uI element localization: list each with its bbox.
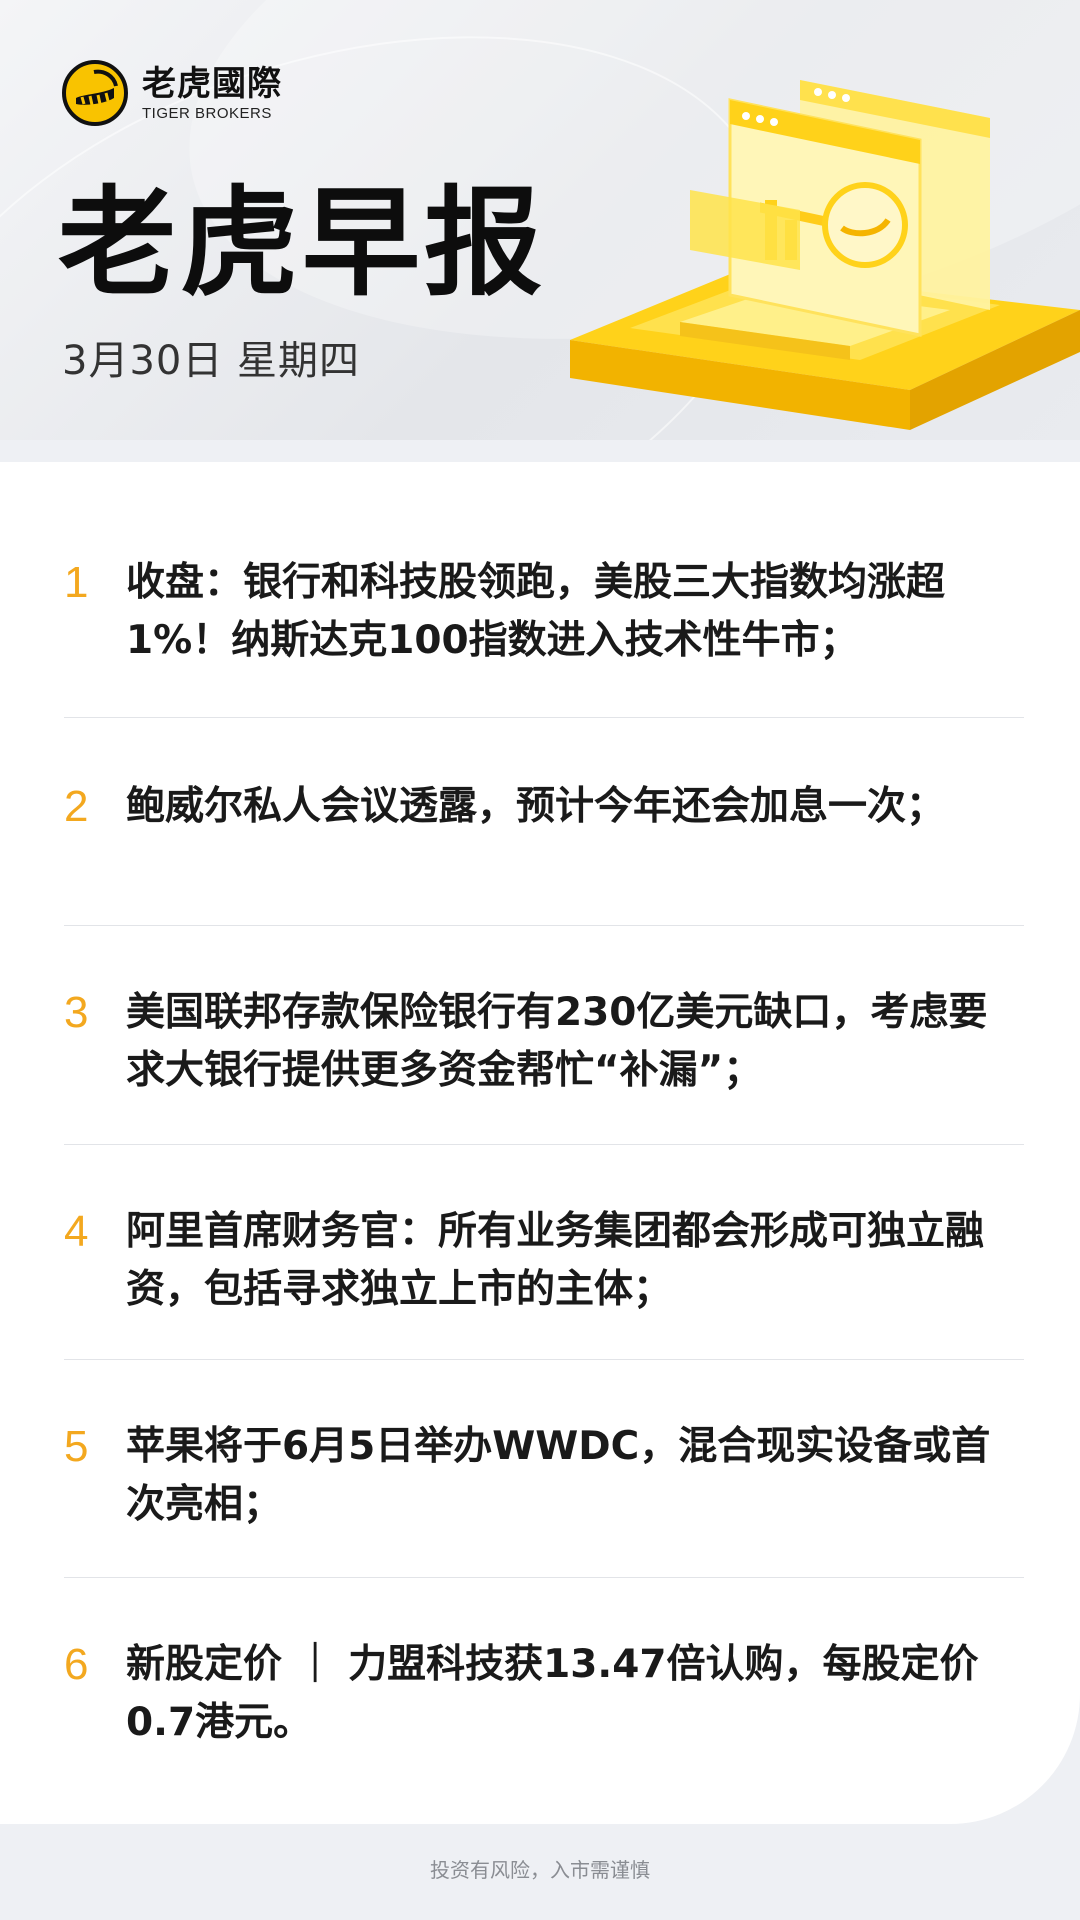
news-item-5: 5 苹果将于6月5日举办WWDC，混合现实设备或首次亮相； [64,1360,1024,1578]
news-text: 苹果将于6月5日举办WWDC，混合现实设备或首次亮相； [126,1424,991,1527]
news-number: 5 [64,1422,89,1471]
news-text: 美国联邦存款保险银行有230亿美元缺口，考虑要求大银行提供更多资金帮忙“补漏”； [126,990,988,1093]
news-number: 3 [64,988,89,1037]
news-text: 鲍威尔私人会议透露，预计今年还会加息一次； [126,784,946,829]
news-item-2: 2 鲍威尔私人会议透露，预计今年还会加息一次； [64,718,1024,926]
news-item-3: 3 美国联邦存款保险银行有230亿美元缺口，考虑要求大银行提供更多资金帮忙“补漏… [64,926,1024,1145]
tiger-logo-icon [62,60,128,126]
news-number: 2 [64,782,89,831]
news-item-4: 4 阿里首席财务官：所有业务集团都会形成可独立融资，包括寻求独立上市的主体； [64,1145,1024,1360]
header-banner: 老虎國際 TIGER BROKERS 老虎早报 3月30日 星期四 [0,0,1080,440]
news-item-6: 6 新股定价 ｜ 力盟科技获13.47倍认购，每股定价0.7港元。 [64,1578,1024,1778]
page-title: 老虎早报 [58,174,547,312]
news-text: 新股定价 ｜ 力盟科技获13.47倍认购，每股定价0.7港元。 [126,1642,979,1745]
brand-name-cn: 老虎國際 [142,63,282,104]
brand: 老虎國際 TIGER BROKERS [62,60,282,126]
risk-disclaimer: 投资有风险，入市需谨慎 [430,1858,650,1882]
news-card: 1 收盘：银行和科技股领跑，美股三大指数均涨超1%！纳斯达克100指数进入技术性… [0,462,1080,1824]
news-text: 阿里首席财务官：所有业务集团都会形成可独立融资，包括寻求独立上市的主体； [126,1209,985,1312]
news-item-1: 1 收盘：银行和科技股领跑，美股三大指数均涨超1%！纳斯达克100指数进入技术性… [64,554,1024,718]
gold-platform-illustration [570,80,1080,430]
date-label: 3月30日 星期四 [62,338,361,384]
news-number: 1 [64,558,89,607]
news-text: 收盘：银行和科技股领跑，美股三大指数均涨超1%！纳斯达克100指数进入技术性牛市… [126,560,946,663]
news-list: 1 收盘：银行和科技股领跑，美股三大指数均涨超1%！纳斯达克100指数进入技术性… [64,554,1024,1778]
news-number: 6 [64,1640,89,1689]
brand-name-en: TIGER BROKERS [142,104,272,122]
news-number: 4 [64,1207,89,1256]
page: 老虎國際 TIGER BROKERS 老虎早报 3月30日 星期四 1 收盘：银… [0,0,1080,1920]
